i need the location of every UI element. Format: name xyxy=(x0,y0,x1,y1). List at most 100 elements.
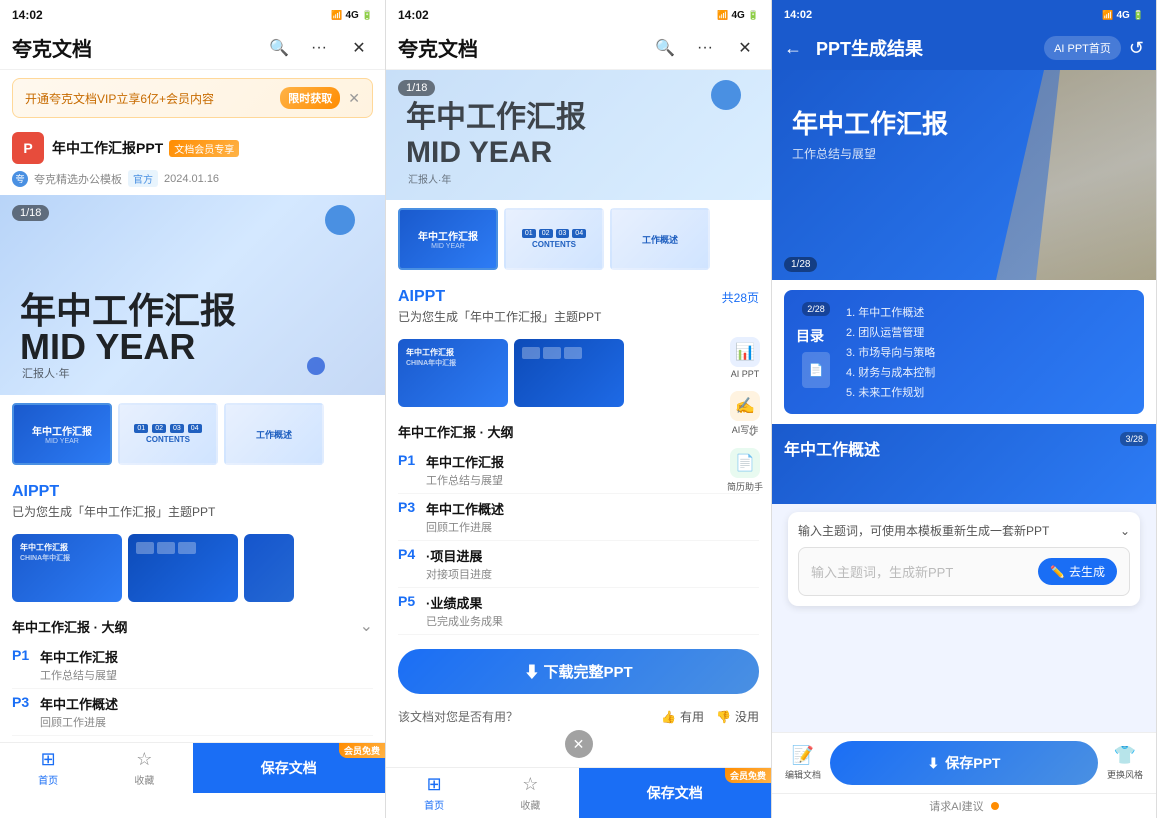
aippt-home-btn-3[interactable]: AI PPT首页 xyxy=(1044,36,1121,60)
doc-source-name-1: 夸克精选办公模板 xyxy=(34,171,122,187)
close-button-2[interactable]: ✕ xyxy=(731,34,759,62)
ppt-card-1-2[interactable] xyxy=(128,534,238,602)
doc-title-row-1: P 年中工作汇报PPT 文档会员专享 xyxy=(0,126,385,170)
thumbnails-row-2: 年中工作汇报 MID YEAR 01 02 03 04 CONTENTS 工作概… xyxy=(386,200,771,278)
outline-section-1: 年中工作汇报 · 大纲 ⌄ P1 年中工作汇报 工作总结与展望 P3 年中工作概… xyxy=(0,610,385,742)
save-doc-btn-1[interactable]: 保存文档 会员免费 xyxy=(193,743,386,793)
refresh-icon-3[interactable]: ↺ xyxy=(1129,38,1144,59)
ppt-card-1-1[interactable]: 年中工作汇报CHINA年中汇报 xyxy=(12,534,122,602)
outline-title-row-1: 年中工作汇报 · 大纲 ⌄ xyxy=(12,616,373,636)
promo-btn-1[interactable]: 限时获取 xyxy=(280,87,340,109)
input-area-3: 输入主题词，可使用本模板重新生成一套新PPT ⌄ 输入主题词，生成新PPT ✏️… xyxy=(772,504,1156,614)
more-button-2[interactable]: ··· xyxy=(691,34,719,62)
star-icon-2: ☆ xyxy=(522,774,538,795)
outline-expand-1[interactable]: ⌄ xyxy=(360,616,373,636)
outline-title-2: 年中工作汇报 · 大纲 xyxy=(398,422,514,441)
bottom-collect-2[interactable]: ☆ 收藏 xyxy=(482,768,578,818)
preview-circle-2 xyxy=(711,80,741,110)
slide-main-content-3: 年中工作汇报 工作总结与展望 xyxy=(792,110,948,162)
feedback-useless-2[interactable]: 👎 没用 xyxy=(716,708,759,725)
thumb-up-icon-2: 👍 xyxy=(661,710,676,724)
ppt-card-2-1[interactable]: 年中工作汇报CHINA年中汇报 xyxy=(398,339,508,407)
aippt-title-2: AIPPT xyxy=(398,288,445,306)
input-field-3[interactable]: 输入主题词，生成新PPT ✏️ 去生成 xyxy=(798,547,1130,596)
feedback-btns-2: 👍 有用 👎 没用 xyxy=(661,708,759,725)
toc-items-3: 1. 年中工作概述 2. 团队运营管理 3. 市场导向与策略 4. 财务与成本控… xyxy=(846,302,1132,402)
status-time-3: 14:02 xyxy=(784,9,812,21)
aippt-section-2: AIPPT 共28页 已为您生成「年中工作汇报」主题PPT xyxy=(386,278,771,331)
thumb-2-2[interactable]: 01 02 03 04 CONTENTS xyxy=(504,208,604,270)
toc-title-3: 目录 xyxy=(796,326,836,346)
search-button-1[interactable]: 🔍 xyxy=(265,34,293,62)
slide-1-preview-3: 年中工作汇报 工作总结与展望 1/28 xyxy=(772,70,1156,280)
more-button-1[interactable]: ··· xyxy=(305,34,333,62)
bottom-collect-label-1: 收藏 xyxy=(134,772,154,787)
toc-item-3-2: 2. 团队运营管理 xyxy=(846,322,1132,342)
thumb-1-3[interactable]: 工作概述 xyxy=(224,403,324,465)
preview-circle-1 xyxy=(325,205,355,235)
thumb-2-3[interactable]: 工作概述 xyxy=(610,208,710,270)
side-tool-aippt-2[interactable]: 📊 AI PPT xyxy=(719,331,771,385)
close-button-1[interactable]: ✕ xyxy=(345,34,373,62)
bottom-collect-1[interactable]: ☆ 收藏 xyxy=(96,743,192,793)
save-ppt-btn-3[interactable]: ⬇ 保存PPT xyxy=(830,741,1098,785)
doc-vip-badge-1: 文档会员专享 xyxy=(169,140,239,157)
ppt-card-2-2[interactable] xyxy=(514,339,624,407)
doc-date-1: 2024.01.16 xyxy=(164,173,219,185)
slides-scroll-3: 年中工作汇报 工作总结与展望 1/28 2/28 目录 📄 1. 年中工作概述 … xyxy=(772,70,1156,732)
status-icons-3: 📶 4G 🔋 xyxy=(1102,10,1144,21)
panel1-scroll: 年中工作汇报 · 大纲 ⌄ P1 年中工作汇报 工作总结与展望 P3 年中工作概… xyxy=(0,610,385,818)
aippt-title-1: AIPPT xyxy=(12,483,373,501)
overview-title-3: 年中工作概述 xyxy=(784,436,1144,460)
thumb-down-icon-2: 👎 xyxy=(716,710,731,724)
bottom-home-label-1: 首页 xyxy=(38,772,58,787)
input-placeholder-3: 输入主题词，生成新PPT xyxy=(811,562,953,581)
bottom-home-2[interactable]: ⊞ 首页 xyxy=(386,768,482,818)
doc-sub-icon-1: 夸 xyxy=(12,171,28,187)
vip-free-badge-1: 会员免费 xyxy=(339,743,385,758)
edit-doc-icon-3: 📝 xyxy=(792,745,814,766)
promo-close-1[interactable]: ✕ xyxy=(348,90,360,107)
back-button-3[interactable]: ← xyxy=(784,38,802,59)
close-float-btn-2[interactable]: ✕ xyxy=(565,730,593,758)
change-style-btn-3[interactable]: 👕 更换风格 xyxy=(1104,745,1146,781)
side-tool-aiwrite-2[interactable]: ✍️ AI写作 xyxy=(719,385,771,442)
input-card-header-3: 输入主题词，可使用本模板重新生成一套新PPT ⌄ xyxy=(798,522,1130,539)
aiwrite-icon-2: ✍️ xyxy=(730,391,760,421)
outline-section-2: 年中工作汇报 · 大纲 ⌄ P1 年中工作汇报 工作总结与展望 P3 年中工作概… xyxy=(386,415,771,641)
ppt-cards-area-2: 年中工作汇报CHINA年中汇报 📊 AI PPT ✍️ AI写 xyxy=(386,331,771,415)
overview-slide-3: 年中工作概述 3/28 xyxy=(772,424,1156,504)
side-tool-resume-2[interactable]: 📄 简历助手 xyxy=(719,442,771,499)
outline-item-2-2: P3 年中工作概述 回顾工作进展 xyxy=(398,494,759,541)
thumb-2-1[interactable]: 年中工作汇报 MID YEAR xyxy=(398,208,498,270)
vip-free-badge-2: 会员免费 xyxy=(725,768,771,783)
collapse-icon-3[interactable]: ⌄ xyxy=(1120,524,1130,538)
app-title-2: 夸克文档 xyxy=(398,33,651,62)
page-title-3: PPT生成结果 xyxy=(816,35,1036,61)
edit-doc-btn-3[interactable]: 📝 编辑文档 xyxy=(782,745,824,781)
gen-btn-3[interactable]: ✏️ 去生成 xyxy=(1038,558,1117,585)
toc-slide-inner-3: 2/28 目录 📄 1. 年中工作概述 2. 团队运营管理 3. 市场导向与策略… xyxy=(784,290,1144,414)
search-button-2[interactable]: 🔍 xyxy=(651,34,679,62)
save-doc-btn-2[interactable]: 保存文档 会员免费 xyxy=(579,768,772,818)
ai-dot-3 xyxy=(991,802,999,810)
ppt-card-1-3[interactable] xyxy=(244,534,294,602)
slide-title-3: 年中工作汇报 xyxy=(792,110,948,139)
feedback-row-2: 该文档对您是否有用？ 👍 有用 👎 没用 xyxy=(386,702,771,731)
preview-subtitle-2: 汇报人·年 xyxy=(408,171,451,186)
toc-slide-3: 2/28 目录 📄 1. 年中工作概述 2. 团队运营管理 3. 市场导向与策略… xyxy=(772,280,1156,424)
status-bar-2: 14:02 📶 4G 🔋 xyxy=(386,0,771,26)
outline-title-row-2: 年中工作汇报 · 大纲 ⌄ xyxy=(398,421,759,441)
ppt-cards-row-1: 年中工作汇报CHINA年中汇报 xyxy=(0,526,385,610)
toc-item-3-4: 4. 财务与成本控制 xyxy=(846,362,1132,382)
download-btn-2[interactable]: ⬇ 下载完整PPT xyxy=(398,649,759,694)
thumb-1-1[interactable]: 年中工作汇报 MID YEAR xyxy=(12,403,112,465)
bottom-home-1[interactable]: ⊞ 首页 xyxy=(0,743,96,793)
feedback-useful-2[interactable]: 👍 有用 xyxy=(661,708,704,725)
resume-label-2: 简历助手 xyxy=(727,480,763,493)
toc-slide-num-3: 2/28 xyxy=(802,302,830,316)
bottom-home-label-2: 首页 xyxy=(424,797,444,812)
promo-banner-1: 开通夸克文档VIP立享6亿+会员内容 限时获取 ✕ xyxy=(12,78,373,118)
thumb-1-2[interactable]: 01 02 03 04 CONTENTS xyxy=(118,403,218,465)
home-icon-2: ⊞ xyxy=(427,774,442,795)
